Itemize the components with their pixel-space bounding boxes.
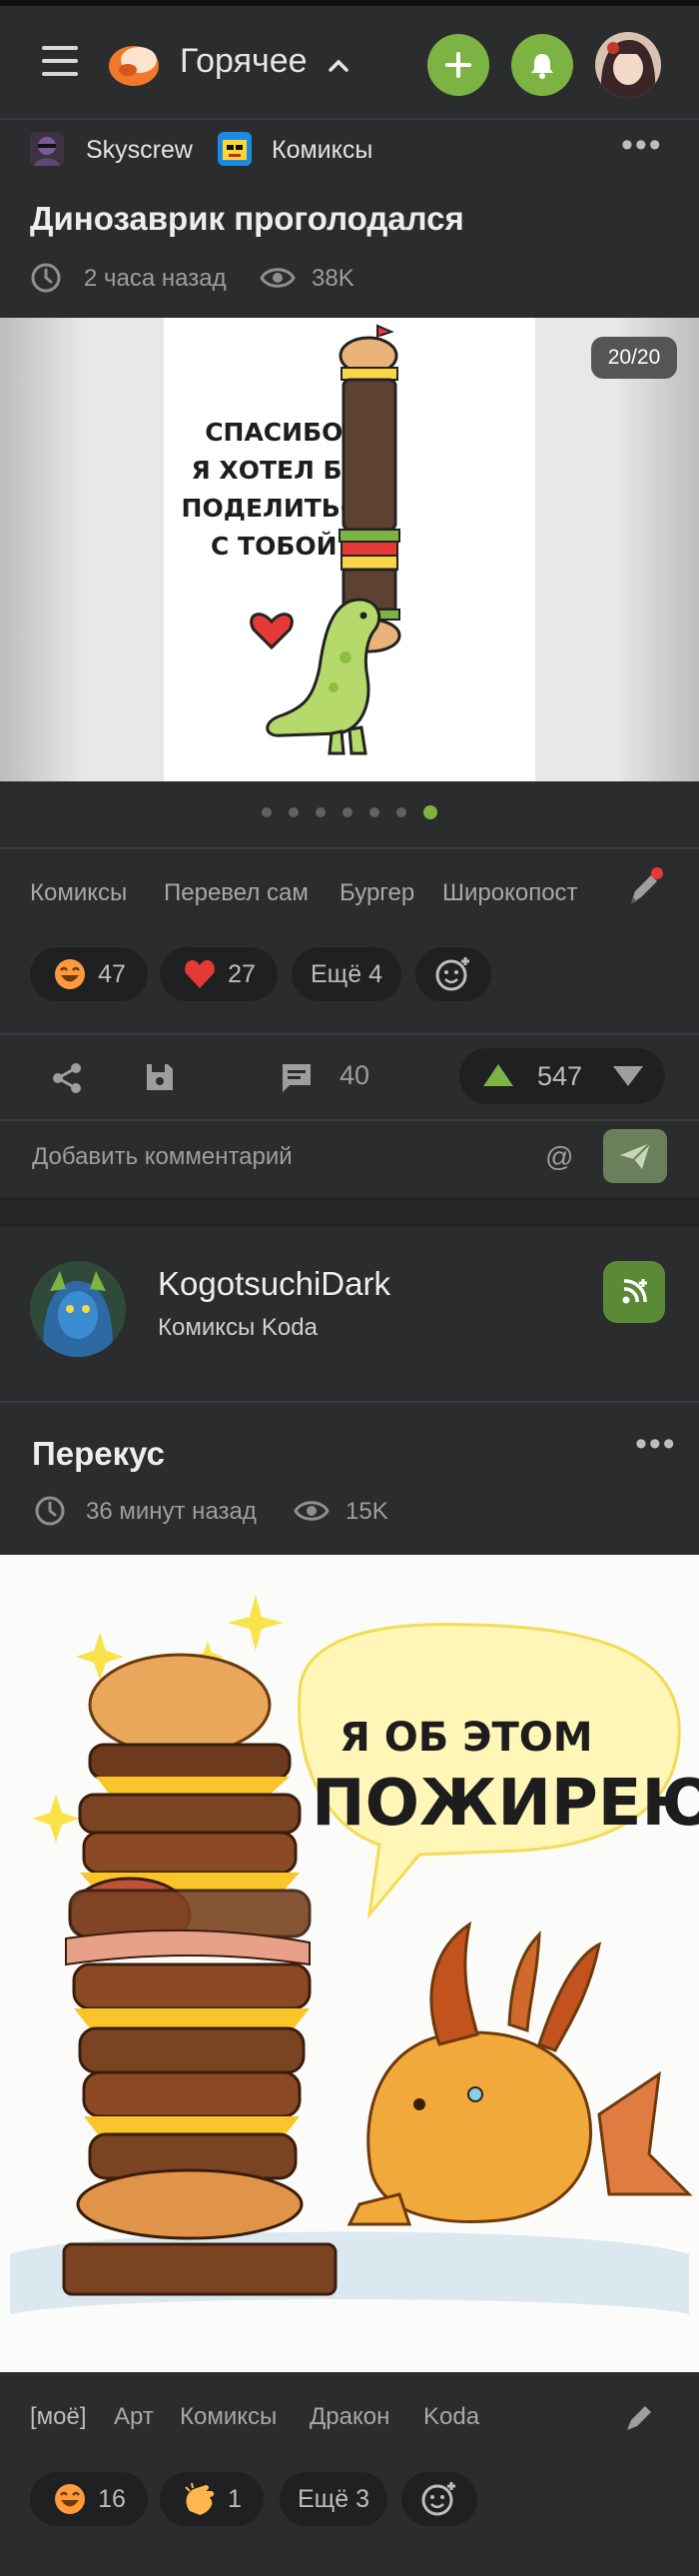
add-reaction-icon <box>421 2482 455 2516</box>
image-caption-line1: Я ОБ ЭТОМ <box>340 1715 593 1761</box>
rating-value: 547 <box>537 1061 583 1091</box>
pager-dot[interactable] <box>289 807 299 817</box>
top-bar <box>0 6 699 118</box>
notifications-button[interactable] <box>511 34 573 96</box>
carousel-pager <box>262 805 441 819</box>
post-menu-icon[interactable]: ••• <box>621 126 663 165</box>
divider <box>0 847 699 849</box>
paper-plane-icon <box>620 1142 651 1169</box>
tag[interactable]: [моё] <box>30 2403 87 2431</box>
heart-icon <box>185 959 215 988</box>
tag[interactable]: Koda <box>423 2403 479 2431</box>
mention-icon[interactable]: @ <box>545 1141 573 1173</box>
pikabu-logo-icon[interactable] <box>106 36 162 88</box>
tag[interactable]: Арт <box>114 2403 154 2431</box>
pager-dot[interactable] <box>396 807 406 817</box>
author-avatar[interactable] <box>30 132 64 166</box>
divider <box>0 1401 699 1403</box>
tag[interactable]: Бургер <box>340 879 414 907</box>
clapping-hands-icon <box>185 2482 215 2515</box>
share-icon[interactable] <box>50 1061 84 1100</box>
laughing-face-icon <box>55 2484 86 2514</box>
author-name[interactable]: Skyscrew <box>86 136 193 165</box>
comment-input[interactable]: Добавить комментарий <box>32 1143 293 1171</box>
reaction-chip[interactable]: 27 <box>160 947 278 1001</box>
image-caption-line2: ПОЖИРЕЮ... <box>312 1767 699 1841</box>
image-counter-badge: 20/20 <box>591 337 677 379</box>
tag[interactable]: Дракон <box>310 2403 389 2431</box>
author-avatar[interactable] <box>30 1261 126 1357</box>
subscribe-button[interactable] <box>603 1261 665 1323</box>
reaction-chip[interactable]: 16 <box>30 2472 148 2526</box>
reaction-count: 47 <box>98 959 126 988</box>
clock-icon <box>30 262 62 299</box>
more-reactions-button[interactable]: Ещё 3 <box>280 2472 387 2526</box>
more-reactions-button[interactable]: Ещё 4 <box>292 947 401 1001</box>
clock-icon <box>34 1495 66 1532</box>
downvote-icon[interactable] <box>611 1064 645 1088</box>
add-reaction-icon <box>435 957 469 991</box>
reaction-count: 1 <box>228 2484 242 2513</box>
upvote-icon[interactable] <box>481 1062 515 1088</box>
chevron-up-icon[interactable] <box>328 52 350 80</box>
user-avatar[interactable] <box>595 32 661 98</box>
post-time: 36 минут назад <box>86 1498 257 1525</box>
divider <box>0 118 699 120</box>
post-image[interactable]: Я ОБ ЭТОМ ПОЖИРЕЮ... <box>0 1555 699 2372</box>
post-title[interactable]: Динозаврик проголодался <box>30 200 464 238</box>
reaction-chip[interactable]: 1 <box>160 2472 264 2526</box>
post-time: 2 часа назад <box>84 265 227 292</box>
post-views: 38K <box>312 265 354 292</box>
post-title[interactable]: Перекус <box>32 1435 165 1473</box>
dinosaur-burger-illustration <box>250 324 401 755</box>
eye-icon <box>294 1497 330 1530</box>
reaction-count: 16 <box>98 2484 126 2513</box>
subscribe-feed-icon <box>622 1279 647 1304</box>
send-comment-button[interactable] <box>603 1129 667 1183</box>
dragon-burger-illustration <box>10 1595 693 2314</box>
hamburger-icon[interactable] <box>42 46 78 76</box>
save-icon[interactable] <box>144 1061 176 1098</box>
comments-icon[interactable] <box>280 1061 314 1100</box>
tag[interactable]: Комиксы <box>30 879 127 907</box>
eye-icon <box>260 264 296 297</box>
author-name[interactable]: KogotsuchiDark <box>158 1265 390 1303</box>
divider <box>0 1033 699 1035</box>
reaction-chip[interactable]: 47 <box>30 947 148 1001</box>
divider <box>0 1119 699 1121</box>
add-post-button[interactable] <box>427 34 489 96</box>
add-reaction-button[interactable] <box>415 947 491 1001</box>
pager-dot[interactable] <box>262 807 272 817</box>
plus-icon <box>445 52 471 78</box>
tag[interactable]: Перевел сам <box>164 879 309 907</box>
comic-image[interactable]: СПАСИБО! Я ХОТЕЛ БЫ ПОДЕЛИТЬСЯ С ТОБОЙ! <box>164 318 535 781</box>
edit-tags-icon[interactable] <box>623 2400 657 2439</box>
reaction-count: 27 <box>228 959 256 988</box>
post-separator <box>0 1197 699 1227</box>
pager-dot-active[interactable] <box>423 805 437 819</box>
rating-widget: 547 <box>459 1048 665 1104</box>
pager-dot[interactable] <box>369 807 379 817</box>
community-name[interactable]: Комиксы <box>272 136 372 165</box>
bell-icon <box>531 54 553 79</box>
feed-title[interactable]: Горячее <box>180 42 308 81</box>
tag[interactable]: Широкопост <box>442 879 578 907</box>
edit-tags-icon[interactable] <box>625 865 665 914</box>
post-menu-icon[interactable]: ••• <box>635 1425 677 1464</box>
comments-count[interactable]: 40 <box>340 1060 369 1091</box>
add-reaction-button[interactable] <box>401 2472 477 2526</box>
pager-dot[interactable] <box>343 807 352 817</box>
community-name[interactable]: Комиксы Koda <box>158 1314 318 1342</box>
pager-dot[interactable] <box>316 807 326 817</box>
laughing-face-icon <box>55 959 86 989</box>
post-views: 15K <box>346 1498 388 1525</box>
community-avatar[interactable] <box>218 132 252 166</box>
tag[interactable]: Комиксы <box>180 2403 277 2431</box>
